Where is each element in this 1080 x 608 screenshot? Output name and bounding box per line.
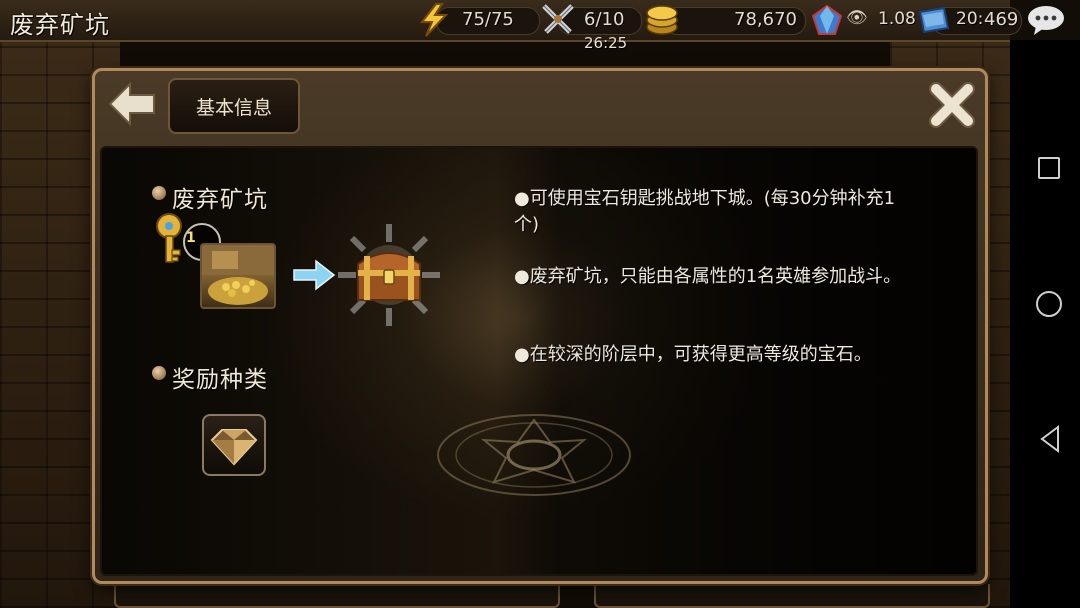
gold-pile-image — [202, 245, 274, 305]
page-title: 废弃矿坑 — [10, 11, 110, 39]
summoning-circle-icon — [437, 414, 631, 496]
reward-title: 奖励种类 — [172, 367, 268, 393]
dungeon-name: 废弃矿坑 — [172, 187, 268, 213]
dungeon-thumbnail — [200, 243, 276, 309]
stamina-value: 75/75 — [462, 9, 514, 30]
coin-stack-icon — [646, 5, 678, 35]
nav-back-icon[interactable] — [1038, 425, 1062, 453]
status-clock: 20: — [956, 9, 984, 29]
gems-value: 469 — [984, 9, 1019, 30]
crystal-icon — [811, 4, 843, 35]
eye-icon: 👁 — [846, 8, 868, 28]
chat-bubble-icon[interactable] — [1026, 4, 1066, 36]
diamond-icon — [210, 429, 258, 466]
gold-value: 78,670 — [734, 9, 797, 30]
home-button[interactable] — [1036, 291, 1062, 317]
system-nav-bar — [1010, 40, 1080, 608]
treasure-chest-icon — [338, 224, 440, 326]
underlying-panel-left — [114, 584, 560, 608]
description-line-3: ●在较深的阶层中，可获得更高等级的宝石。 — [514, 344, 872, 365]
key-count: 1 — [186, 230, 196, 246]
battles-value: 6/10 — [584, 9, 625, 30]
speed-value: 1.08 — [878, 9, 916, 29]
back-arrow-icon[interactable] — [106, 80, 158, 128]
arrow-right-icon — [293, 259, 336, 291]
tab-basic-info[interactable]: 基本信息 — [168, 78, 300, 134]
description-line-2: ●废弃矿坑，只能由各属性的1名英雄参加战斗。 — [514, 266, 902, 287]
section-bullet — [152, 366, 166, 380]
gem-bag-icon — [918, 6, 950, 34]
recent-apps-button[interactable] — [1038, 157, 1060, 179]
underlying-panel-right — [594, 584, 990, 608]
crossed-swords-icon — [542, 4, 574, 34]
reward-slot[interactable] — [202, 414, 266, 476]
section-bullet — [152, 186, 166, 200]
close-x-icon[interactable] — [926, 80, 978, 130]
description-line-1: ●可使用宝石钥匙挑战地下城。(每30分钟补充1个) — [514, 188, 896, 235]
refill-timer: 26:25 — [584, 34, 628, 52]
lightning-icon — [419, 3, 449, 37]
